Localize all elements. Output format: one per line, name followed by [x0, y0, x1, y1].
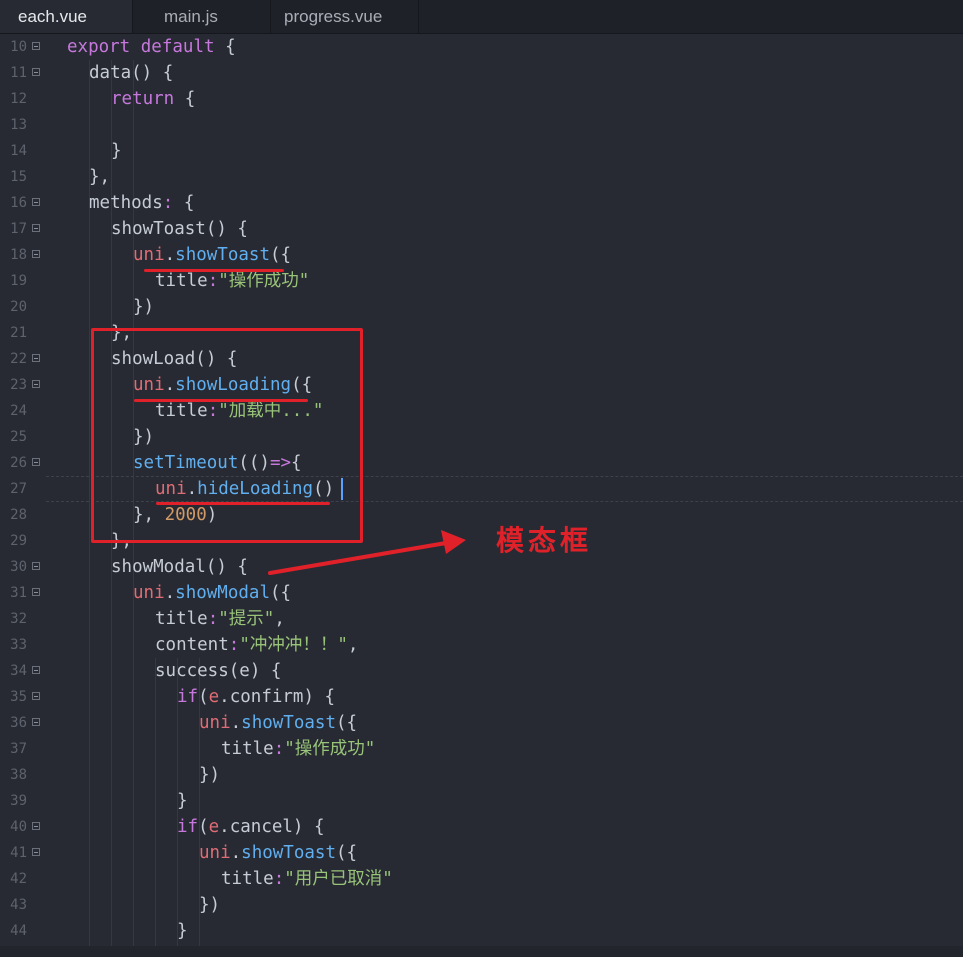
arrow-shaft [268, 541, 448, 575]
horizontal-scrollbar[interactable] [0, 946, 963, 957]
arrow-head [441, 530, 466, 554]
annotation-arrow [268, 530, 466, 575]
annotation-label: 模态框 [496, 524, 593, 557]
